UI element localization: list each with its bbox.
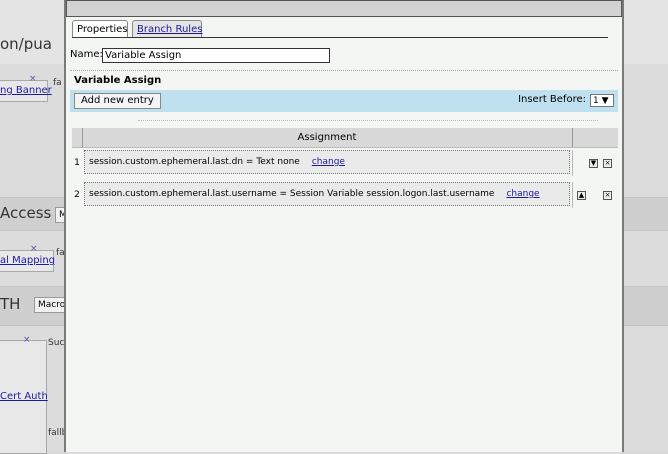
assignment-text-wrap: session.custom.ephemeral.last.dn = Text …	[89, 157, 345, 167]
assignment-text-wrap: session.custom.ephemeral.last.username =…	[89, 189, 540, 199]
change-link[interactable]: change	[506, 189, 539, 199]
row-index: 1	[74, 158, 80, 168]
name-label: Name:	[70, 49, 103, 60]
bg-node-close-icon[interactable]: ×	[29, 74, 37, 84]
assignment-text: session.custom.ephemeral.last.dn = Text …	[89, 157, 300, 167]
bg-section-th-title: TH	[0, 295, 21, 313]
bg-section-access-title: Access	[0, 204, 52, 222]
bg-page-title: on/pua	[0, 35, 52, 53]
tab-branch-rules[interactable]: Branch Rules	[132, 20, 202, 38]
bg-node-success: Suc	[48, 338, 65, 348]
name-input[interactable]: Variable Assign	[102, 48, 330, 63]
delete-icon[interactable]: ×	[603, 191, 612, 200]
assignment-cell: session.custom.ephemeral.last.username =…	[84, 182, 570, 206]
table-row: 1 session.custom.ephemeral.last.dn = Tex…	[72, 150, 618, 176]
move-down-icon[interactable]: ▼	[589, 159, 598, 168]
delete-icon[interactable]: ×	[603, 159, 612, 168]
actions-column-header	[572, 128, 619, 147]
bg-node-close-icon[interactable]: ×	[30, 244, 38, 254]
bg-node-close-icon[interactable]: ×	[23, 335, 31, 345]
row-index: 2	[74, 190, 80, 200]
assignment-cell: session.custom.ephemeral.last.dn = Text …	[84, 150, 570, 174]
table-header: Assignment	[72, 128, 618, 148]
tab-underline	[72, 37, 608, 38]
bg-node-cert-auth-link[interactable]: Cert Auth	[0, 391, 48, 402]
insert-before-select[interactable]: 1 ▼	[590, 94, 614, 107]
bg-node-mapping-link[interactable]: al Mapping	[0, 255, 55, 266]
add-new-entry-button[interactable]: Add new entry	[74, 93, 161, 109]
row-actions: ▲ ×	[572, 182, 619, 208]
row-actions: ▼ ×	[572, 150, 619, 176]
tab-properties[interactable]: Properties	[72, 20, 128, 38]
assignment-column-header: Assignment	[297, 132, 357, 143]
bg-node-banner-link[interactable]: ng Banner	[0, 85, 52, 96]
insert-before-label: Insert Before:	[518, 94, 586, 105]
change-link[interactable]: change	[312, 157, 345, 167]
divider	[70, 70, 618, 71]
dialog-titlebar[interactable]	[66, 0, 622, 17]
entry-toolbar: Add new entry Insert Before: 1 ▼	[70, 90, 618, 112]
bg-node-fallback: fa	[53, 78, 62, 88]
divider	[138, 120, 598, 121]
properties-dialog: Properties Branch Rules Name: Variable A…	[64, 0, 624, 452]
bg-section-th-input[interactable]: Macro	[34, 297, 65, 313]
move-up-icon[interactable]: ▲	[577, 191, 586, 200]
table-row: 2 session.custom.ephemeral.last.username…	[72, 182, 618, 208]
section-title: Variable Assign	[74, 75, 162, 86]
assignment-text: session.custom.ephemeral.last.username =…	[89, 189, 495, 199]
